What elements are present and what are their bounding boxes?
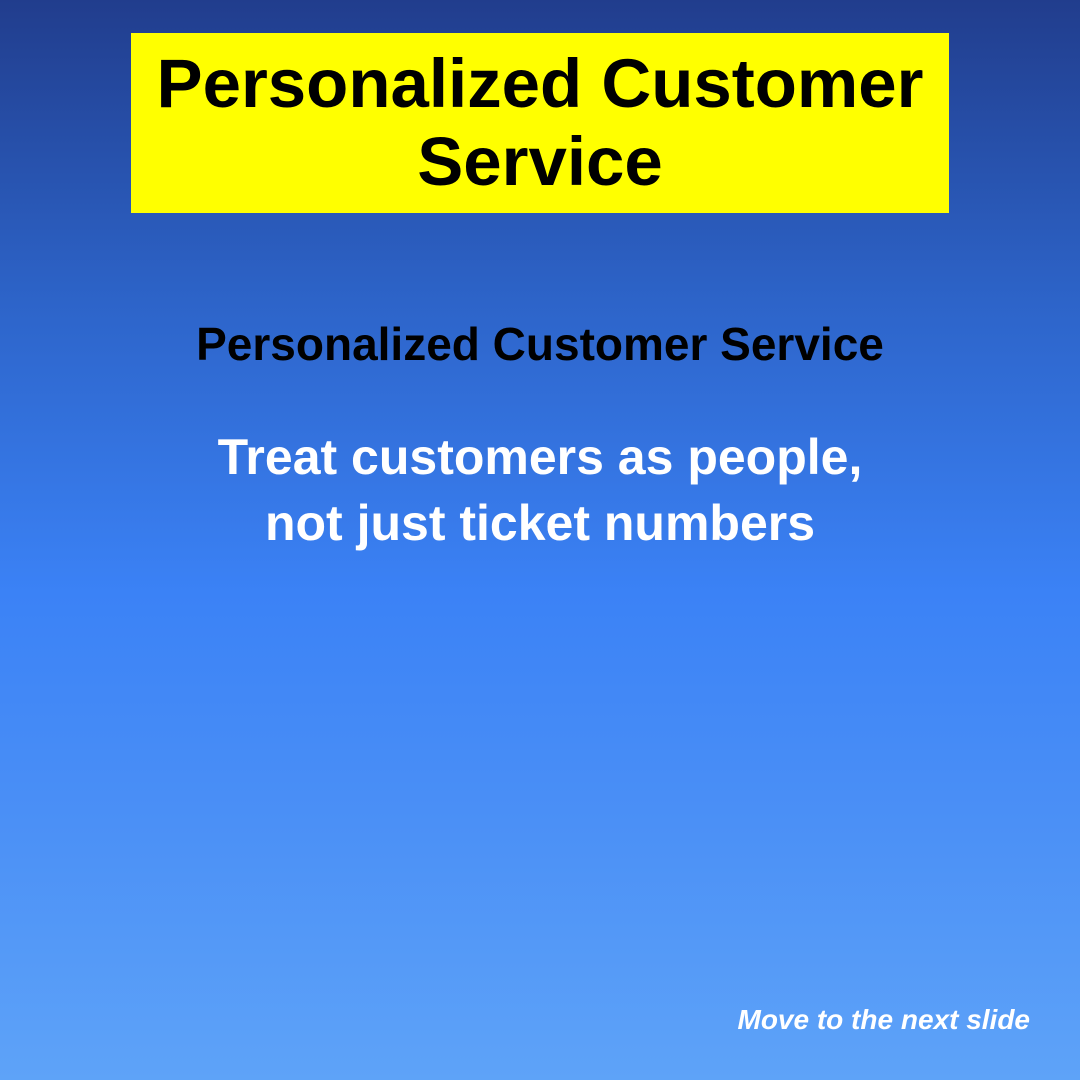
slide-body: Treat customers as people, not just tick… [0, 424, 1080, 556]
next-slide-link[interactable]: Move to the next slide [738, 1002, 1031, 1038]
slide-title: Personalized Customer Service [156, 45, 924, 200]
body-line-2: not just ticket numbers [264, 495, 816, 551]
slide: Personalized Customer Service Personaliz… [0, 0, 1080, 1080]
title-banner: Personalized Customer Service [131, 33, 949, 213]
slide-subtitle: Personalized Customer Service [196, 318, 884, 370]
body-line-1: Treat customers as people, [217, 429, 863, 485]
